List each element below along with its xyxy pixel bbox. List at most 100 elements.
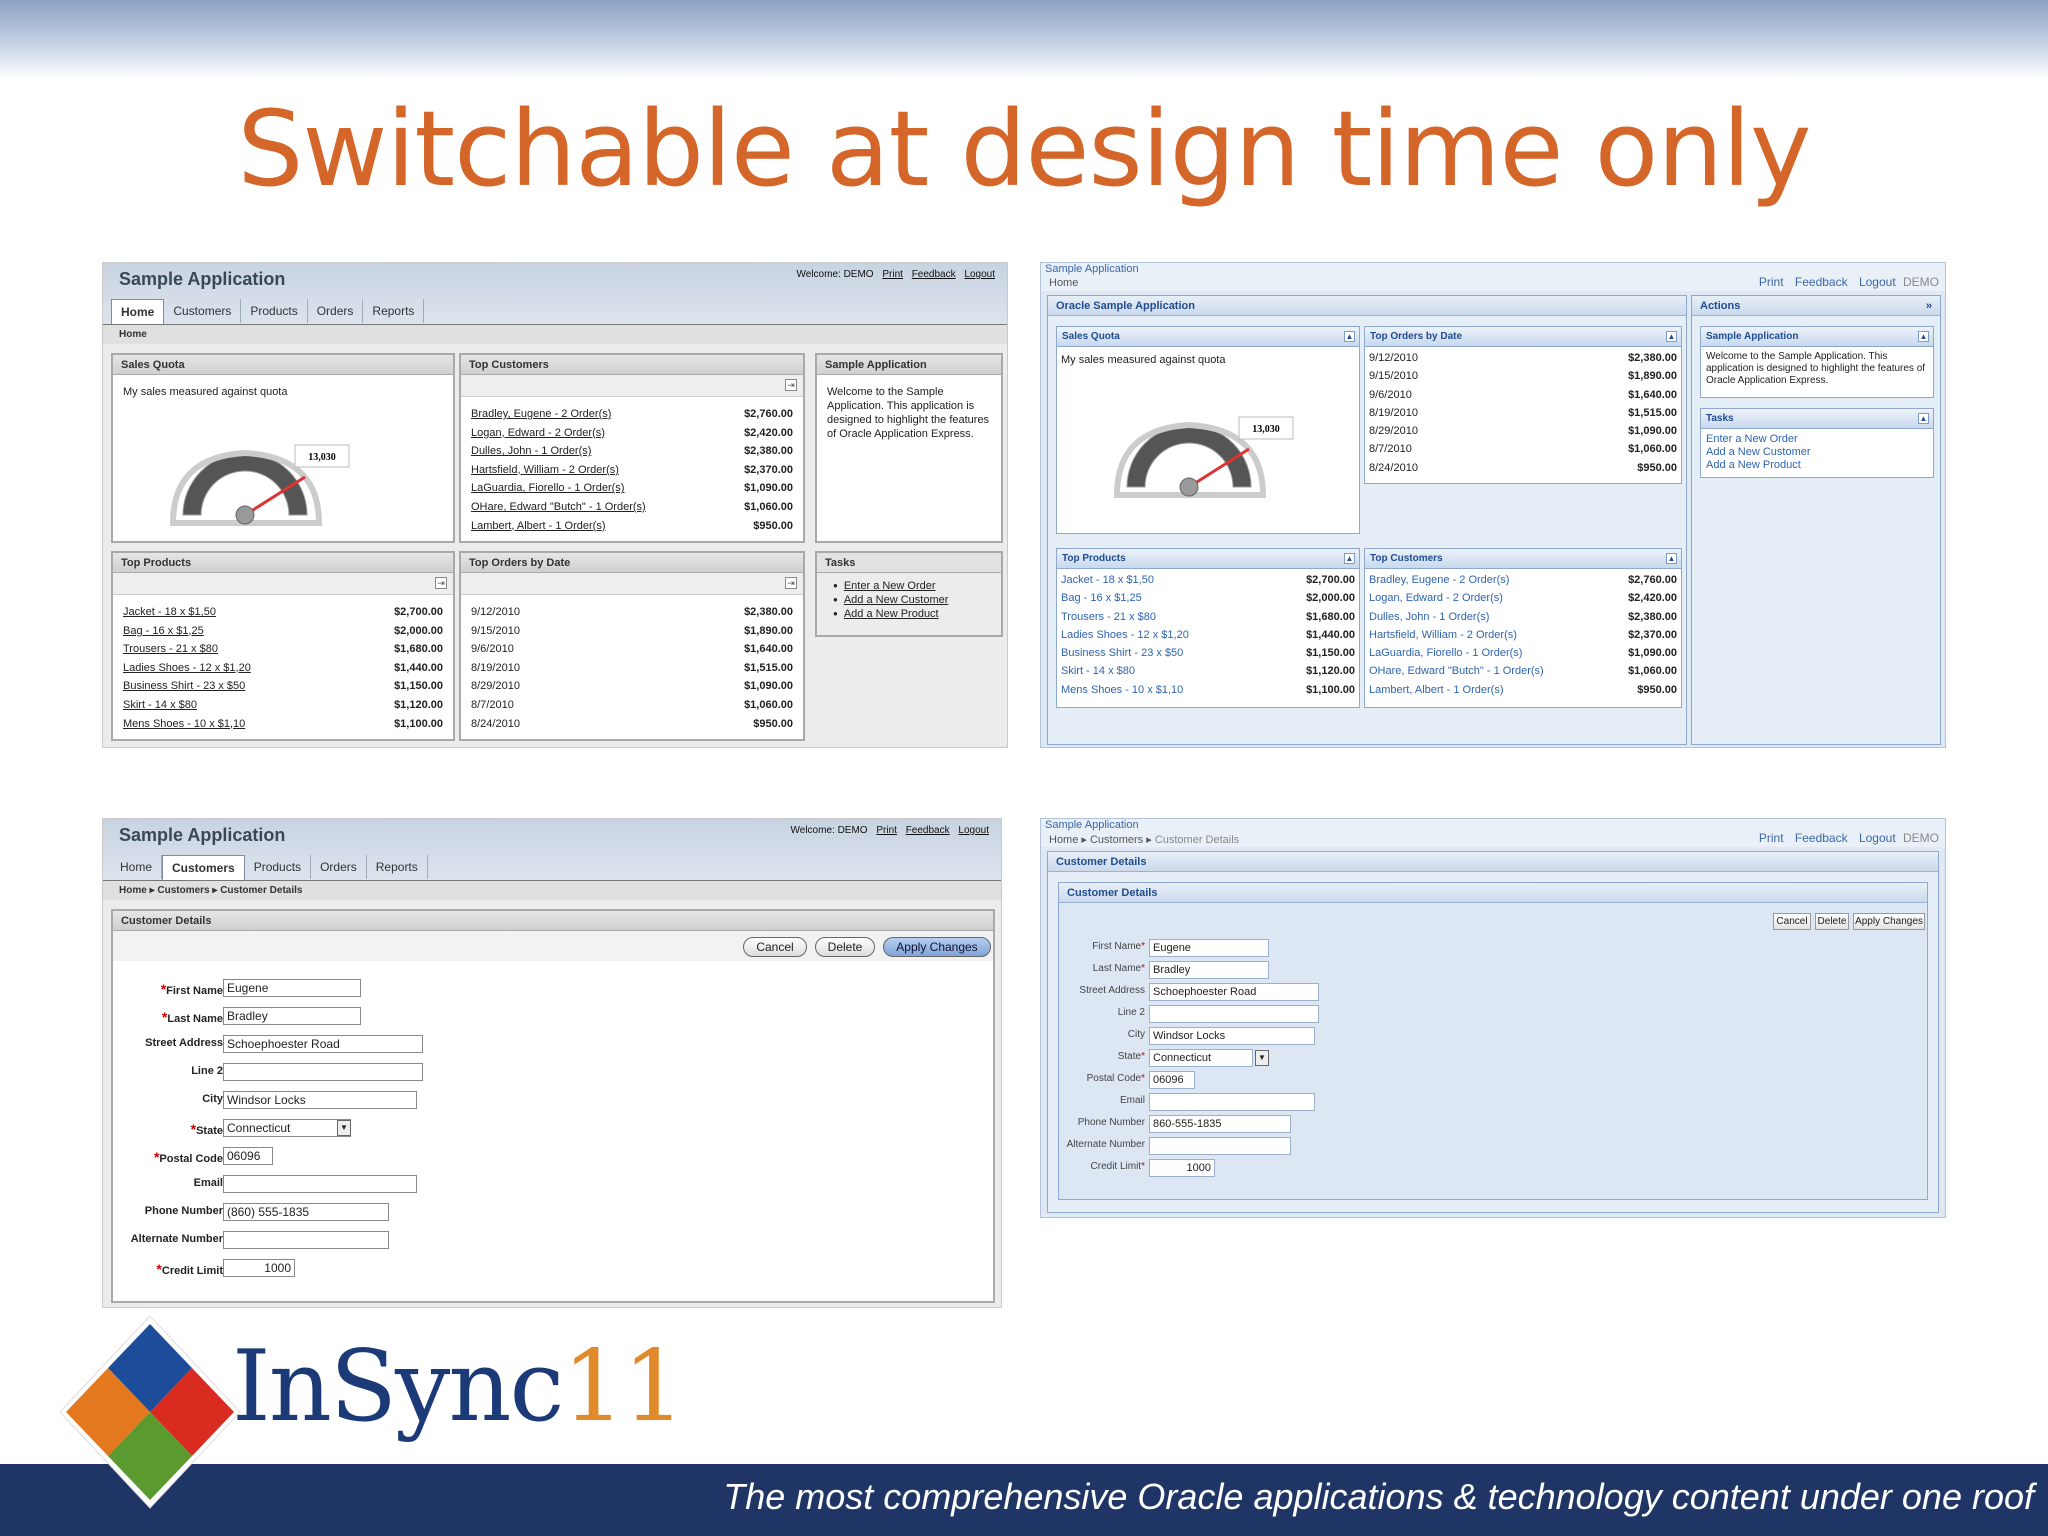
- breadcrumb-customers[interactable]: Customers: [1090, 834, 1143, 846]
- first-name-field[interactable]: Eugene: [1149, 939, 1269, 957]
- state-select[interactable]: Connecticut: [223, 1119, 351, 1137]
- print-link[interactable]: Print: [1759, 275, 1784, 289]
- city-field[interactable]: Windsor Locks: [1149, 1027, 1315, 1045]
- tab-home[interactable]: Home: [111, 299, 165, 325]
- export-icon[interactable]: ⇥: [785, 379, 797, 391]
- collapse-icon[interactable]: ▲: [1666, 553, 1677, 564]
- collapse-sidebar-icon[interactable]: »: [1926, 300, 1932, 312]
- delete-button[interactable]: Delete: [1815, 913, 1849, 930]
- delete-button[interactable]: Delete: [815, 937, 875, 957]
- task-add-customer-link[interactable]: Add a New Customer: [833, 593, 985, 607]
- feedback-link[interactable]: Feedback: [1795, 275, 1848, 289]
- product-link[interactable]: Skirt - 14 x $80: [1061, 662, 1135, 680]
- tab-orders[interactable]: Orders: [311, 855, 367, 879]
- phone-number-field[interactable]: 860-555-1835: [1149, 1115, 1291, 1133]
- alternate-number-field[interactable]: [223, 1231, 389, 1249]
- task-add-product-link[interactable]: Add a New Product: [833, 607, 985, 621]
- customer-link[interactable]: Logan, Edward - 2 Order(s): [471, 424, 605, 443]
- customer-link[interactable]: Logan, Edward - 2 Order(s): [1369, 589, 1503, 607]
- customer-link[interactable]: LaGuardia, Fiorello - 1 Order(s): [1369, 644, 1522, 662]
- tab-orders[interactable]: Orders: [308, 299, 364, 323]
- line-2-field[interactable]: [1149, 1005, 1319, 1023]
- product-link[interactable]: Mens Shoes - 10 x $1,10: [1061, 681, 1183, 699]
- task-enter-order-link[interactable]: Enter a New Order: [1706, 433, 1928, 446]
- tab-customers[interactable]: Customers: [162, 855, 245, 881]
- customer-link[interactable]: Bradley, Eugene - 2 Order(s): [471, 405, 611, 424]
- customer-link[interactable]: Hartsfield, William - 2 Order(s): [471, 461, 619, 480]
- customer-link[interactable]: Lambert, Albert - 1 Order(s): [471, 517, 606, 536]
- collapse-icon[interactable]: ▲: [1918, 331, 1929, 342]
- collapse-icon[interactable]: ▲: [1666, 331, 1677, 342]
- postal-code-field[interactable]: 06096: [1149, 1071, 1195, 1089]
- customer-link[interactable]: OHare, Edward "Butch" - 1 Order(s): [471, 498, 646, 517]
- customer-link[interactable]: Dulles, John - 1 Order(s): [1369, 608, 1489, 626]
- product-link[interactable]: Mens Shoes - 10 x $1,10: [123, 715, 245, 734]
- export-icon[interactable]: ⇥: [435, 577, 447, 589]
- product-link[interactable]: Ladies Shoes - 12 x $1,20: [123, 659, 251, 678]
- last-name-field[interactable]: Bradley: [223, 1007, 361, 1025]
- product-link[interactable]: Ladies Shoes - 12 x $1,20: [1061, 626, 1189, 644]
- product-link[interactable]: Business Shirt - 23 x $50: [1061, 644, 1183, 662]
- alternate-number-field[interactable]: [1149, 1137, 1291, 1155]
- feedback-link[interactable]: Feedback: [906, 825, 950, 836]
- collapse-icon[interactable]: ▲: [1344, 331, 1355, 342]
- logout-link[interactable]: Logout: [1859, 275, 1896, 289]
- customer-link[interactable]: Hartsfield, William - 2 Order(s): [1369, 626, 1517, 644]
- product-link[interactable]: Bag - 16 x $1,25: [1061, 589, 1142, 607]
- print-link[interactable]: Print: [1759, 831, 1784, 845]
- email-field[interactable]: [1149, 1093, 1315, 1111]
- phone-number-field[interactable]: (860) 555-1835: [223, 1203, 389, 1221]
- cancel-button[interactable]: Cancel: [743, 937, 807, 957]
- app-title[interactable]: Sample Application: [1045, 819, 1139, 831]
- line-2-field[interactable]: [223, 1063, 423, 1081]
- customer-link[interactable]: OHare, Edward "Butch" - 1 Order(s): [1369, 662, 1544, 680]
- email-field[interactable]: [223, 1175, 417, 1193]
- tab-products[interactable]: Products: [241, 299, 308, 323]
- task-enter-order-link[interactable]: Enter a New Order: [833, 579, 985, 593]
- tab-reports[interactable]: Reports: [363, 299, 425, 323]
- product-link[interactable]: Skirt - 14 x $80: [123, 696, 197, 715]
- task-add-product-link[interactable]: Add a New Product: [1706, 459, 1928, 472]
- logout-link[interactable]: Logout: [964, 269, 995, 280]
- customer-link[interactable]: Bradley, Eugene - 2 Order(s): [1369, 571, 1509, 589]
- logout-link[interactable]: Logout: [1859, 831, 1896, 845]
- tab-customers[interactable]: Customers: [164, 299, 242, 323]
- product-link[interactable]: Jacket - 18 x $1,50: [1061, 571, 1154, 589]
- logout-link[interactable]: Logout: [958, 825, 989, 836]
- feedback-link[interactable]: Feedback: [912, 269, 956, 280]
- product-link[interactable]: Bag - 16 x $1,25: [123, 622, 204, 641]
- credit-limit-field[interactable]: 1000: [223, 1259, 295, 1277]
- product-link[interactable]: Trousers - 21 x $80: [123, 640, 218, 659]
- credit-limit-field[interactable]: 1000: [1149, 1159, 1215, 1177]
- tab-home[interactable]: Home: [111, 855, 163, 879]
- chevron-down-icon[interactable]: ▼: [1255, 1050, 1269, 1066]
- collapse-icon[interactable]: ▲: [1344, 553, 1355, 564]
- print-link[interactable]: Print: [882, 269, 903, 280]
- feedback-link[interactable]: Feedback: [1795, 831, 1848, 845]
- product-link[interactable]: Trousers - 21 x $80: [1061, 608, 1156, 626]
- app-title[interactable]: Sample Application: [1045, 263, 1139, 275]
- apply-changes-button[interactable]: Apply Changes: [883, 937, 991, 957]
- first-name-field[interactable]: Eugene: [223, 979, 361, 997]
- breadcrumb-home[interactable]: Home: [1049, 834, 1078, 846]
- tab-reports[interactable]: Reports: [367, 855, 428, 879]
- tab-products[interactable]: Products: [245, 855, 312, 879]
- postal-code-field[interactable]: 06096: [223, 1147, 273, 1165]
- street-address-field[interactable]: Schoephoester Road: [1149, 983, 1319, 1001]
- customer-link[interactable]: Lambert, Albert - 1 Order(s): [1369, 681, 1504, 699]
- product-link[interactable]: Jacket - 18 x $1,50: [123, 603, 216, 622]
- task-add-customer-link[interactable]: Add a New Customer: [1706, 446, 1928, 459]
- breadcrumb-home[interactable]: Home: [119, 885, 147, 896]
- breadcrumb-customers[interactable]: Customers: [157, 885, 209, 896]
- product-link[interactable]: Business Shirt - 23 x $50: [123, 677, 245, 696]
- last-name-field[interactable]: Bradley: [1149, 961, 1269, 979]
- state-select[interactable]: Connecticut: [1149, 1049, 1253, 1067]
- chevron-down-icon[interactable]: ▼: [337, 1120, 351, 1136]
- customer-link[interactable]: LaGuardia, Fiorello - 1 Order(s): [471, 479, 624, 498]
- customer-link[interactable]: Dulles, John - 1 Order(s): [471, 442, 591, 461]
- print-link[interactable]: Print: [876, 825, 897, 836]
- street-address-field[interactable]: Schoephoester Road: [223, 1035, 423, 1053]
- export-icon[interactable]: ⇥: [785, 577, 797, 589]
- city-field[interactable]: Windsor Locks: [223, 1091, 417, 1109]
- apply-changes-button[interactable]: Apply Changes: [1853, 913, 1925, 930]
